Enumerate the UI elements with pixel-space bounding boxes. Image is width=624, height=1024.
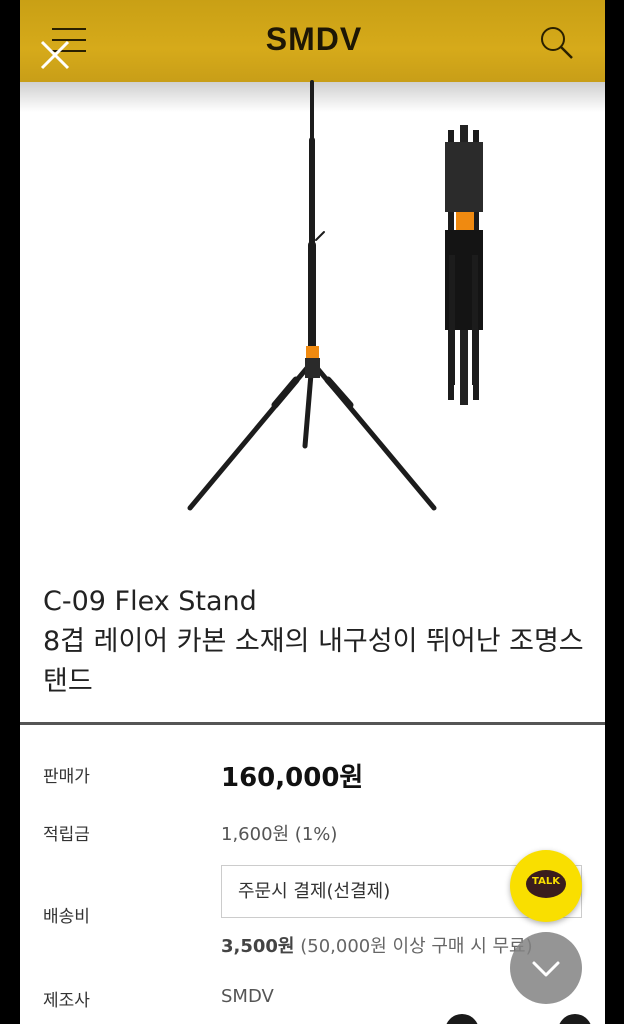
section-divider: [20, 722, 605, 725]
talk-label: TALK: [532, 876, 560, 887]
product-title: C-09 Flex Stand 8겹 레이어 카본 소재의 내구성이 뛰어난 조…: [43, 582, 593, 702]
bottom-button-left[interactable]: [445, 1014, 479, 1024]
svg-text:SMDV: SMDV: [266, 21, 362, 57]
price-value: 160,000원: [221, 763, 364, 793]
kakao-talk-button[interactable]: TALK: [510, 850, 582, 922]
shipping-label: 배송비: [43, 907, 90, 927]
product-image[interactable]: [20, 80, 605, 540]
maker-label: 제조사: [43, 991, 90, 1011]
maker-value: SMDV: [221, 986, 274, 1007]
bottom-button-right[interactable]: [558, 1014, 592, 1024]
shipping-fee: 3,500원: [221, 936, 295, 957]
product-description: 8겹 레이어 카본 소재의 내구성이 뛰어난 조명스탠드: [43, 626, 584, 697]
scroll-down-button[interactable]: [510, 932, 582, 1004]
close-icon[interactable]: [38, 38, 72, 72]
chevron-down-icon: [532, 961, 560, 977]
search-icon[interactable]: [538, 24, 576, 62]
page-frame: SMDV C-09 Flex Stand 8겹 레이어 카본 소재의 내구성이 …: [20, 0, 605, 1024]
shipping-note: 3,500원 (50,000원 이상 구매 시 무료): [221, 932, 533, 958]
price-label: 판매가: [43, 767, 90, 787]
points-label: 적립금: [43, 825, 90, 845]
smdv-logo[interactable]: SMDV: [244, 20, 384, 60]
product-name: C-09 Flex Stand: [43, 586, 257, 617]
shipping-condition: (50,000원 이상 구매 시 무료): [300, 936, 533, 957]
top-header: SMDV: [20, 0, 605, 82]
points-value: 1,600원 (1%): [221, 824, 338, 845]
